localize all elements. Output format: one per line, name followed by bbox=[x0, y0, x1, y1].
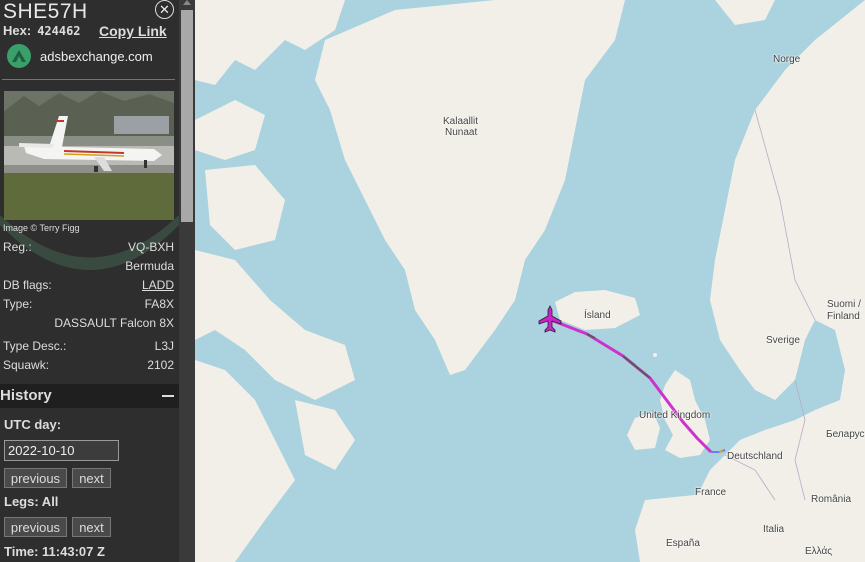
squawk-label: Squawk: bbox=[3, 358, 50, 372]
day-next-button[interactable]: next bbox=[72, 468, 111, 488]
sidebar-scrollbar[interactable] bbox=[179, 0, 195, 562]
map-label-espana: España bbox=[666, 538, 700, 549]
typedesc-label: Type Desc.: bbox=[3, 339, 67, 353]
typedesc-value: L3J bbox=[154, 339, 174, 353]
hex-label: Hex: bbox=[3, 23, 32, 38]
aircraft-photo[interactable] bbox=[4, 91, 174, 220]
aircraft-info-panel: SHE57H ✕ Hex: 424462 Copy Link adsbexchan… bbox=[0, 0, 179, 562]
model-value: DASSAULT Falcon 8X bbox=[54, 316, 174, 330]
type-value: FA8X bbox=[144, 297, 174, 311]
legs-label: Legs: All bbox=[4, 494, 59, 509]
map-label-ellas: Ελλάς bbox=[805, 546, 833, 557]
day-previous-button[interactable]: previous bbox=[4, 468, 67, 488]
map-label-suomi-2: Finland bbox=[827, 311, 860, 322]
country-value: Bermuda bbox=[125, 259, 174, 273]
map-label-uk: United Kingdom bbox=[639, 410, 711, 421]
map-canvas[interactable] bbox=[195, 0, 865, 562]
photo-credit: Image © Terry Figg bbox=[3, 223, 80, 233]
close-icon[interactable]: ✕ bbox=[155, 0, 174, 19]
map-label-belarus: Беларус bbox=[826, 429, 865, 440]
scroll-thumb[interactable] bbox=[181, 10, 193, 222]
map-label-sverige: Sverige bbox=[766, 335, 800, 346]
map-label-greenland-2: Nunaat bbox=[445, 127, 478, 138]
map-label-suomi-1: Suomi / bbox=[827, 299, 861, 310]
dbflags-value[interactable]: LADD bbox=[142, 278, 174, 292]
map-label-deutschland: Deutschland bbox=[727, 451, 783, 462]
scroll-up-icon[interactable] bbox=[183, 0, 191, 5]
copy-link-button[interactable]: Copy Link bbox=[99, 23, 167, 39]
map-label-greenland-1: Kalaallit bbox=[443, 116, 479, 127]
callsign-title: SHE57H bbox=[3, 0, 88, 23]
type-label: Type: bbox=[3, 297, 33, 311]
squawk-value: 2102 bbox=[147, 358, 174, 372]
reg-value: VQ-BXH bbox=[127, 240, 174, 254]
time-label: Time: 11:43:07 Z bbox=[4, 544, 105, 559]
map-label-norge: Norge bbox=[773, 54, 801, 65]
map-view[interactable]: Norge Kalaallit Nunaat Ísland Suomi / Fi… bbox=[195, 0, 865, 562]
map-label-france: France bbox=[695, 487, 727, 498]
adsbexchange-logo-icon bbox=[7, 44, 31, 68]
hex-value: 424462 bbox=[37, 24, 81, 38]
map-label-romania: România bbox=[811, 494, 852, 505]
adsbexchange-label: adsbexchange.com bbox=[40, 48, 153, 64]
map-label-island: Ísland bbox=[584, 310, 611, 321]
dbflags-label: DB flags: bbox=[3, 278, 52, 292]
history-header[interactable]: History bbox=[0, 384, 179, 408]
leg-next-button[interactable]: next bbox=[72, 517, 111, 537]
utc-day-label: UTC day: bbox=[4, 417, 62, 432]
divider bbox=[2, 79, 175, 80]
collapse-icon[interactable] bbox=[162, 395, 174, 397]
adsbexchange-link[interactable]: adsbexchange.com bbox=[7, 44, 153, 68]
leg-previous-button[interactable]: previous bbox=[4, 517, 67, 537]
map-label-italia: Italia bbox=[763, 524, 785, 535]
reg-label: Reg.: bbox=[3, 240, 32, 254]
history-title: History bbox=[0, 387, 52, 404]
utc-day-input[interactable] bbox=[4, 440, 119, 461]
hex-row: Hex: 424462 bbox=[3, 23, 81, 38]
